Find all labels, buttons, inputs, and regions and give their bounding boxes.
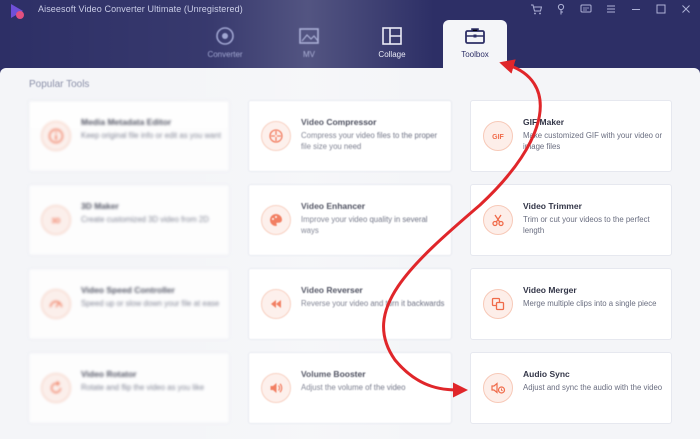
compress-icon xyxy=(261,121,291,151)
cart-icon[interactable] xyxy=(530,2,543,15)
tab-label: Collage xyxy=(378,50,406,59)
tool-description: Keep original file info or edit as you w… xyxy=(81,131,221,140)
3d-icon: 3D xyxy=(41,205,71,235)
toolbox-icon xyxy=(464,26,486,46)
gif-icon: GIF xyxy=(483,121,513,151)
menu-icon[interactable] xyxy=(605,2,617,14)
key-icon[interactable] xyxy=(555,2,567,15)
tool-title: Audio Sync xyxy=(523,369,570,379)
collage-icon xyxy=(381,26,403,46)
tool-card-video-trimmer[interactable]: Video Trimmer Trim or cut your videos to… xyxy=(470,184,672,256)
rotate-icon xyxy=(41,373,71,403)
tool-card-3d-maker[interactable]: 3D 3D Maker Create customized 3D video f… xyxy=(28,184,230,256)
tool-title: Video Rotator xyxy=(81,369,137,379)
tab-collage[interactable]: Collage xyxy=(360,20,424,68)
palette-icon xyxy=(261,205,291,235)
tool-description: Adjust the volume of the video xyxy=(301,383,406,392)
svg-text:3D: 3D xyxy=(52,218,61,225)
tool-title: Video Merger xyxy=(523,285,577,295)
tool-description: Adjust and sync the audio with the video xyxy=(523,383,663,392)
svg-text:GIF: GIF xyxy=(492,134,504,141)
tool-card-video-enhancer[interactable]: Video Enhancer Improve your video qualit… xyxy=(248,184,452,256)
app-title: Aiseesoft Video Converter Ultimate (Unre… xyxy=(38,4,243,14)
volume-icon xyxy=(261,373,291,403)
merge-icon xyxy=(483,289,513,319)
tool-card-audio-sync[interactable]: Audio Sync Adjust and sync the audio wit… xyxy=(470,352,672,424)
tool-title: GIF Maker xyxy=(523,117,565,127)
tool-description: Merge multiple clips into a single piece xyxy=(523,299,657,308)
tool-title: 3D Maker xyxy=(81,201,119,211)
speed-icon xyxy=(41,289,71,319)
tool-title: Volume Booster xyxy=(301,369,366,379)
audio-sync-icon xyxy=(483,373,513,403)
tool-title: Video Enhancer xyxy=(301,201,366,211)
reverse-icon xyxy=(261,289,291,319)
tool-card-video-merger[interactable]: Video Merger Merge multiple clips into a… xyxy=(470,268,672,340)
converter-icon xyxy=(214,26,236,46)
tool-description: Create customized 3D video from 2D xyxy=(81,215,209,224)
tab-label: MV xyxy=(303,50,315,59)
tool-card-gif-maker[interactable]: GIF GIF Maker Make customized GIF with y… xyxy=(470,100,672,172)
tab-toolbox[interactable]: Toolbox xyxy=(443,20,507,70)
title-bar: Aiseesoft Video Converter Ultimate (Unre… xyxy=(0,0,700,70)
scissors-icon xyxy=(483,205,513,235)
tool-card-video-compressor[interactable]: Video Compressor Compress your video fil… xyxy=(248,100,452,172)
tool-title: Video Speed Controller xyxy=(81,285,175,295)
tab-converter[interactable]: Converter xyxy=(196,20,254,68)
feedback-icon[interactable] xyxy=(580,2,592,14)
tool-description: Rotate and flip the video as you like xyxy=(81,383,205,392)
tool-card-volume-booster[interactable]: Volume Booster Adjust the volume of the … xyxy=(248,352,452,424)
tab-mv[interactable]: MV xyxy=(280,20,338,68)
tool-description: Trim or cut your videos to the perfect l… xyxy=(523,215,650,235)
tool-description: Reverse your video and turn it backwards xyxy=(301,299,445,308)
tool-card-video-rotator[interactable]: Video Rotator Rotate and flip the video … xyxy=(28,352,230,424)
toolbox-panel: Popular Tools Media Metadata Editor Keep… xyxy=(0,68,700,439)
tool-card-video-speed-controller[interactable]: Video Speed Controller Speed up or slow … xyxy=(28,268,230,340)
minimize-icon[interactable] xyxy=(630,2,642,14)
tool-title: Video Trimmer xyxy=(523,201,582,211)
tab-label: Converter xyxy=(207,50,243,59)
window-controls xyxy=(530,2,692,15)
tool-description: Improve your video quality in several wa… xyxy=(301,215,428,235)
app-logo-icon xyxy=(8,2,26,20)
tool-description: Make customized GIF with your video or i… xyxy=(523,131,663,151)
section-title: Popular Tools xyxy=(29,79,90,90)
maximize-icon[interactable] xyxy=(655,2,667,14)
tool-description: Compress your video files to the proper … xyxy=(301,131,438,151)
tool-title: Media Metadata Editor xyxy=(81,117,172,127)
tool-title: Video Compressor xyxy=(301,117,377,127)
tab-label: Toolbox xyxy=(461,50,489,59)
tool-card-video-reverser[interactable]: Video Reverser Reverse your video and tu… xyxy=(248,268,452,340)
info-icon xyxy=(41,121,71,151)
tool-description: Speed up or slow down your file at ease xyxy=(81,299,220,308)
mv-icon xyxy=(298,26,320,46)
close-icon[interactable] xyxy=(680,2,692,14)
tool-card-media-metadata-editor[interactable]: Media Metadata Editor Keep original file… xyxy=(28,100,230,172)
tool-title: Video Reverser xyxy=(301,285,363,295)
